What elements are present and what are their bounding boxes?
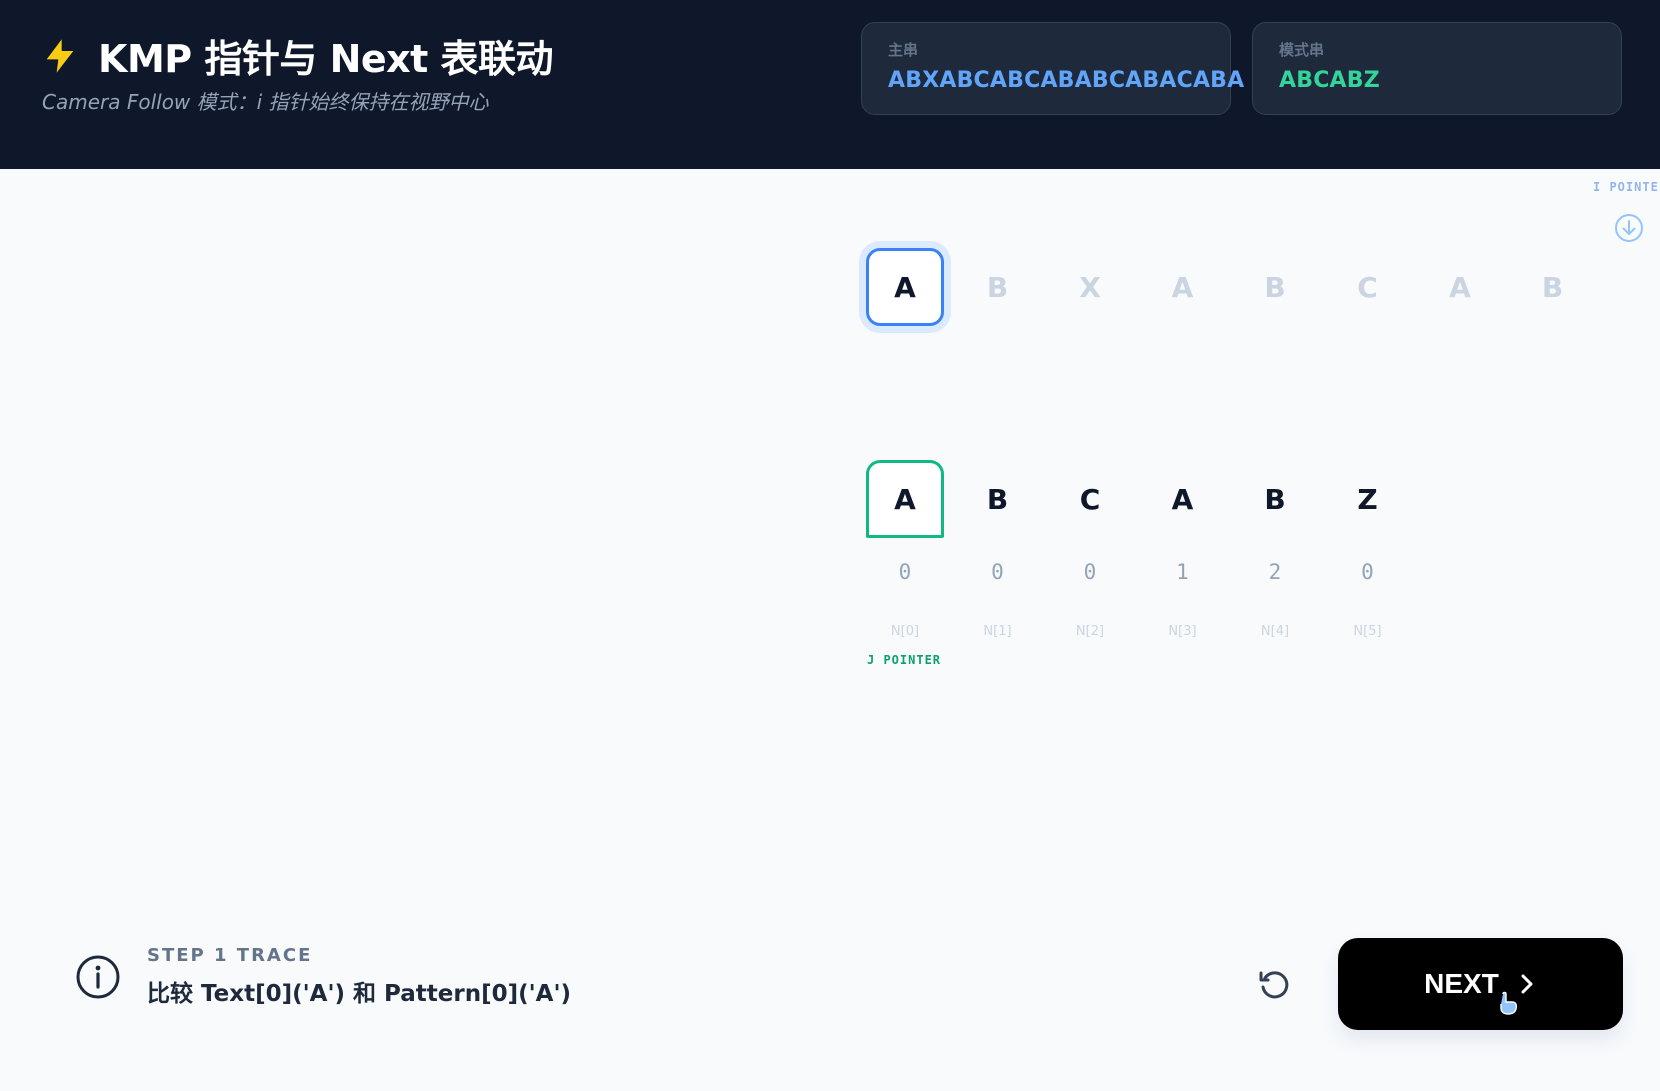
next-index-row: N[0] N[1] N[2] N[3] N[4] N[5] bbox=[866, 624, 1421, 639]
main-string-card: 主串 ABXABCABCABABCABACABA bbox=[861, 22, 1245, 115]
next-index-label: N[4] bbox=[1260, 624, 1290, 639]
text-cell: B bbox=[1264, 270, 1286, 304]
next-value: 0 bbox=[898, 560, 912, 584]
next-value: 0 bbox=[991, 560, 1004, 584]
next-values-row: 0 0 0 1 2 0 bbox=[866, 560, 1421, 584]
text-cell: B bbox=[986, 270, 1009, 304]
next-value: 0 bbox=[1361, 560, 1374, 584]
pattern-cell: B bbox=[986, 482, 1009, 516]
text-cell: C bbox=[1357, 270, 1378, 304]
text-cell: B bbox=[1541, 270, 1564, 304]
text-cell: X bbox=[1079, 270, 1101, 304]
pattern-row: A B C A B Z bbox=[866, 460, 1421, 538]
pattern-cell: C bbox=[1079, 482, 1101, 516]
step-description: 比较 Text[0]('A') 和 Pattern[0]('A') bbox=[147, 981, 572, 1007]
page-title: KMP 指针与 Next 表联动 bbox=[98, 37, 554, 81]
lightning-icon bbox=[46, 38, 74, 73]
text-cell: A bbox=[1171, 270, 1194, 304]
title-row: KMP 指针与 Next 表联动 bbox=[40, 28, 554, 83]
step-trace-text-block: STEP 1 TRACE 比较 Text[0]('A') 和 Pattern[0… bbox=[147, 945, 571, 1008]
i-pointer-label: I POINTE bbox=[1593, 180, 1659, 194]
reset-icon[interactable] bbox=[1257, 968, 1291, 1002]
arrow-down-circle-icon bbox=[1615, 214, 1643, 242]
next-value: 1 bbox=[1176, 560, 1189, 584]
next-button[interactable]: NEXT bbox=[1338, 938, 1623, 1030]
text-cell: A bbox=[1449, 270, 1471, 304]
header: KMP 指针与 Next 表联动 Camera Follow 模式：i 指针始终… bbox=[0, 0, 1660, 169]
next-value: 0 bbox=[1083, 560, 1097, 584]
step-label: STEP 1 TRACE bbox=[147, 945, 313, 966]
chevron-right-icon bbox=[1521, 974, 1533, 994]
pattern-cell: A bbox=[866, 460, 944, 538]
pattern-string-card: 模式串 ABCABZ bbox=[1252, 22, 1622, 115]
next-index-label: N[1] bbox=[983, 624, 1012, 639]
j-pointer-label: J POINTER bbox=[867, 653, 942, 667]
next-button-label: NEXT bbox=[1424, 968, 1499, 999]
info-icon bbox=[76, 955, 120, 998]
hand-cursor-icon bbox=[1500, 991, 1518, 1015]
next-index-label: N[0] bbox=[890, 624, 920, 639]
main-string-value: ABXABCABCABABCABACABA bbox=[888, 68, 1245, 93]
next-index-label: N[2] bbox=[1075, 624, 1105, 639]
pattern-cell: A bbox=[1171, 482, 1194, 516]
step-trace: STEP 1 TRACE 比较 Text[0]('A') 和 Pattern[0… bbox=[75, 945, 571, 1008]
next-index-label: N[5] bbox=[1353, 624, 1382, 639]
main-string-label: 主串 bbox=[888, 41, 919, 59]
pattern-cell: Z bbox=[1357, 482, 1378, 516]
text-cell: A bbox=[866, 248, 944, 326]
pattern-string-value: ABCABZ bbox=[1279, 68, 1380, 93]
text-row: A B X A B C A B bbox=[866, 248, 1606, 326]
page-subtitle: Camera Follow 模式：i 指针始终保持在视野中心 bbox=[42, 90, 489, 114]
pattern-cell: B bbox=[1264, 482, 1286, 516]
next-value: 2 bbox=[1268, 560, 1282, 584]
pattern-string-label: 模式串 bbox=[1279, 41, 1325, 59]
next-index-label: N[3] bbox=[1168, 624, 1197, 639]
